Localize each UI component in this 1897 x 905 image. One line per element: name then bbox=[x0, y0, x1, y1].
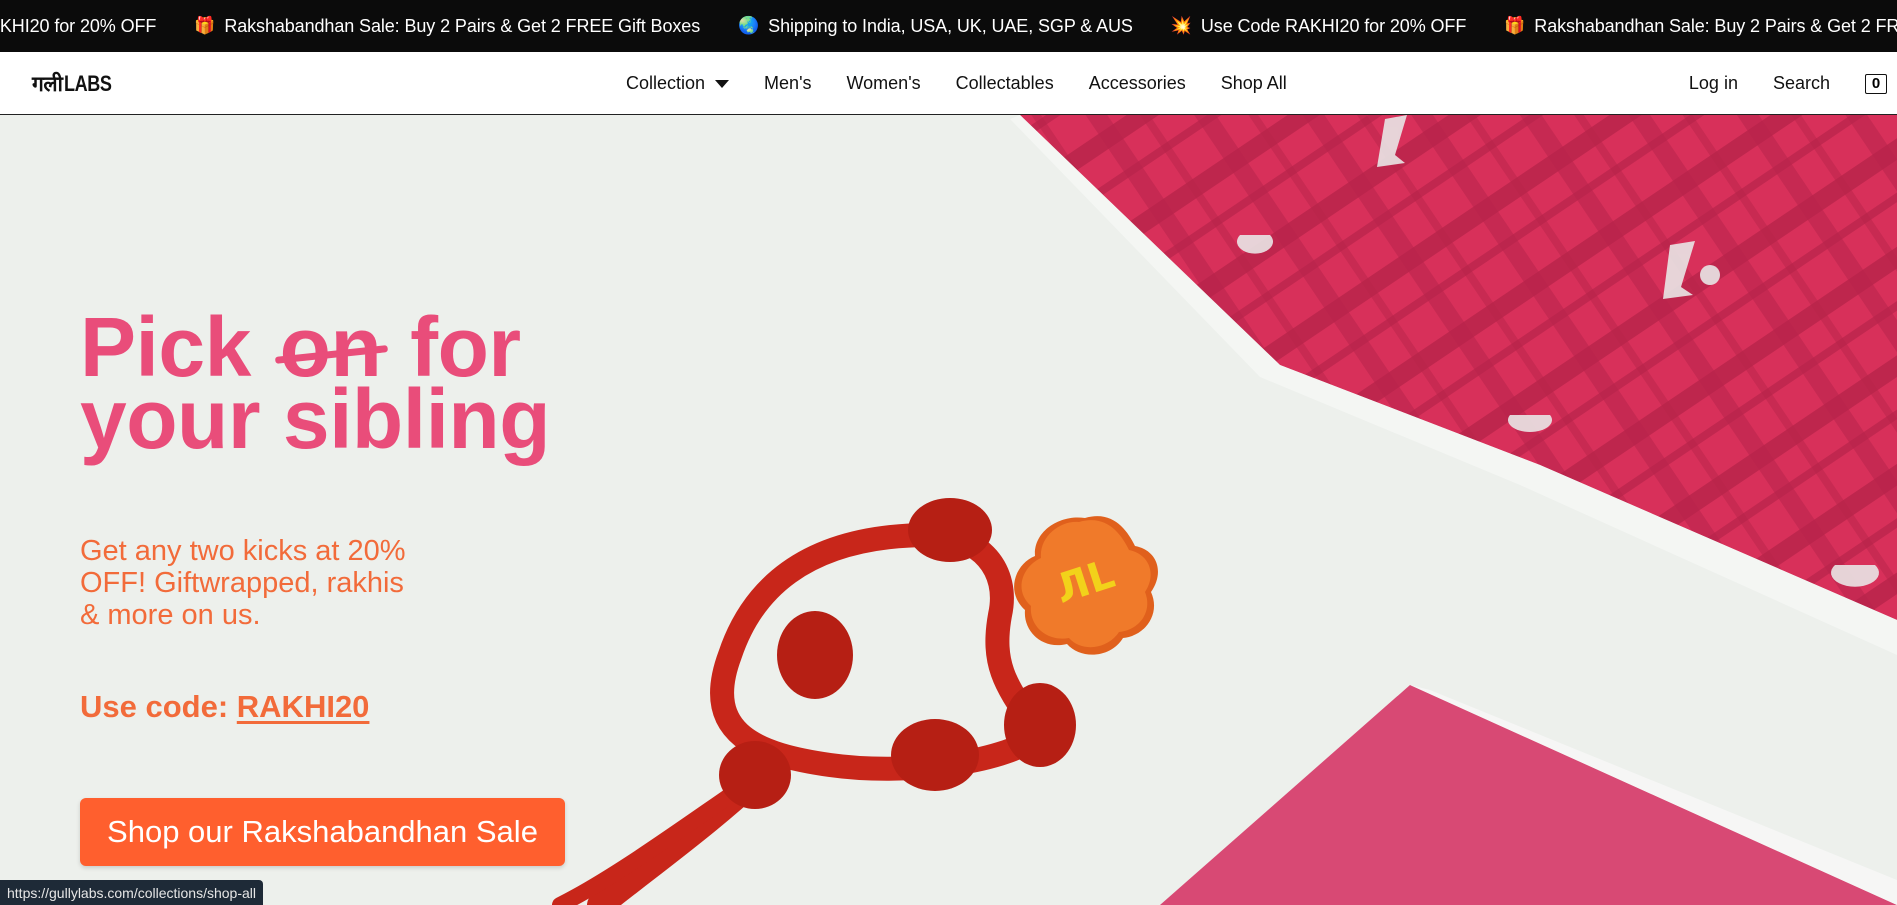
sparkle-icon: 💥 bbox=[1170, 16, 1192, 35]
main-nav: Collection Men's Women's Collectables Ac… bbox=[626, 52, 1322, 115]
status-bar-url: https://gullylabs.com/collections/shop-a… bbox=[0, 880, 264, 905]
promo-code: Use code: RAKHI20 bbox=[80, 689, 369, 725]
chevron-down-icon bbox=[715, 79, 730, 88]
nav-collectables[interactable]: Collectables bbox=[956, 73, 1054, 94]
announcement-item: 🌏 Shipping to India, USA, UK, UAE, SGP &… bbox=[738, 16, 1133, 37]
announcement-item: 🎁 Rakshabandhan Sale: Buy 2 Pairs & Get … bbox=[1504, 16, 1897, 37]
headline-struck-word: on bbox=[279, 300, 382, 394]
header-actions: Log in Search 0 bbox=[1689, 52, 1897, 115]
promo-code-value[interactable]: RAKHI20 bbox=[237, 689, 370, 724]
announcement-text: Shipping to India, USA, UK, UAE, SGP & A… bbox=[768, 15, 1133, 36]
search-link[interactable]: Search bbox=[1773, 73, 1830, 94]
site-header: गली LABS Collection Men's Women's Collec… bbox=[0, 52, 1897, 115]
announcement-item: AKHI20 for 20% OFF bbox=[0, 16, 156, 37]
hero-subtext: Get any two kicks at 20% OFF! Giftwrappe… bbox=[80, 535, 406, 631]
nav-collection[interactable]: Collection bbox=[626, 73, 730, 94]
cart-count-button[interactable]: 0 bbox=[1865, 73, 1887, 94]
nav-mens[interactable]: Men's bbox=[764, 73, 811, 94]
hero-image: ЛL bbox=[552, 115, 1897, 905]
nav-accessories[interactable]: Accessories bbox=[1089, 73, 1186, 94]
brand-logo[interactable]: गली LABS bbox=[32, 69, 121, 99]
announcement-text: Rakshabandhan Sale: Buy 2 Pairs & Get 2 … bbox=[1534, 15, 1897, 36]
announcement-item: 💥 Use Code RAKHI20 for 20% OFF bbox=[1171, 16, 1466, 37]
gift-icon: 🎁 bbox=[1504, 16, 1526, 35]
nav-womens[interactable]: Women's bbox=[847, 73, 921, 94]
nav-collection-label: Collection bbox=[626, 73, 706, 93]
announcement-text: Rakshabandhan Sale: Buy 2 Pairs & Get 2 … bbox=[224, 15, 701, 36]
announcement-bar: AKHI20 for 20% OFF 🎁 Rakshabandhan Sale:… bbox=[0, 0, 1897, 52]
announcement-track: AKHI20 for 20% OFF 🎁 Rakshabandhan Sale:… bbox=[0, 0, 1897, 52]
login-link[interactable]: Log in bbox=[1689, 73, 1738, 94]
hero-banner: ЛL Pick on for your sibling Get any two … bbox=[0, 115, 1897, 905]
logo-devanagari: गली bbox=[32, 72, 63, 96]
hero-headline: Pick on for your sibling bbox=[80, 300, 551, 461]
announcement-item: 🎁 Rakshabandhan Sale: Buy 2 Pairs & Get … bbox=[194, 16, 700, 37]
shop-sale-button[interactable]: Shop our Rakshabandhan Sale bbox=[80, 798, 565, 866]
announcement-text: AKHI20 for 20% OFF bbox=[0, 15, 157, 36]
promo-code-label: Use code: bbox=[80, 689, 237, 724]
gift-icon: 🎁 bbox=[194, 16, 216, 35]
logo-labs: LABS bbox=[63, 71, 112, 96]
nav-shop-all[interactable]: Shop All bbox=[1221, 73, 1287, 94]
announcement-text: Use Code RAKHI20 for 20% OFF bbox=[1200, 15, 1467, 36]
globe-icon: 🌏 bbox=[738, 16, 760, 35]
